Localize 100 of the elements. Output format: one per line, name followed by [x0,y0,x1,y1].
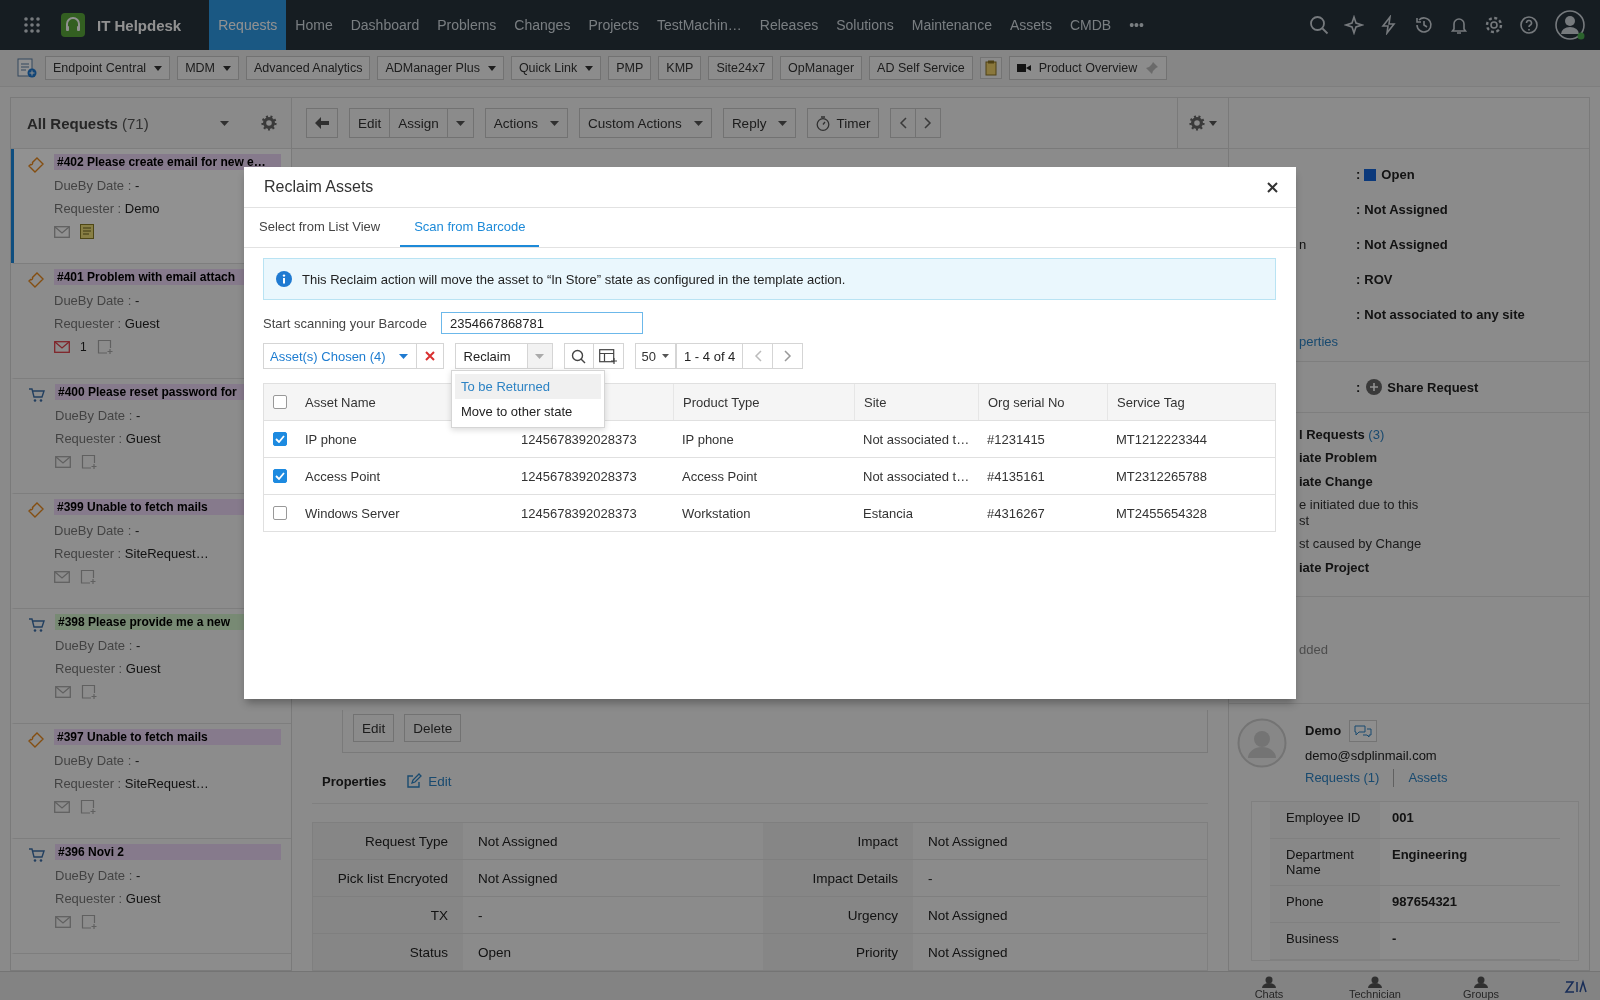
search-icon[interactable] [1309,15,1329,35]
add-note-icon[interactable] [80,569,96,585]
menu-item[interactable]: To be Returned [455,374,601,399]
column-header[interactable]: Site [864,394,887,410]
bottom-bar-item[interactable]: Chats [1216,976,1322,1000]
actions-button[interactable]: Actions [484,108,569,138]
add-note-icon[interactable] [96,339,113,355]
mail-icon[interactable] [55,456,71,468]
link-action[interactable]: iate Project [1299,559,1589,576]
quick-link-button[interactable]: PMP [608,56,652,80]
back-button[interactable] [306,108,338,138]
properties-link[interactable]: perties [1299,334,1589,349]
quick-link-button[interactable]: MDM [177,56,239,80]
row-checkbox[interactable] [273,469,287,483]
reply-button[interactable]: Reply [722,108,797,138]
bottom-bar-item[interactable]: Technician [1322,976,1428,1000]
assign-dropdown-button[interactable] [447,108,474,138]
search-button[interactable] [563,343,594,369]
pin-icon[interactable] [1145,61,1160,75]
column-header[interactable]: Product Type [683,394,760,410]
nav-tab[interactable]: Releases [750,0,828,50]
nav-tab[interactable]: Home [286,0,342,50]
clipboard-icon[interactable] [979,57,1002,79]
page-size-dropdown[interactable]: 50 [634,343,677,369]
close-icon[interactable] [1267,181,1278,193]
column-header[interactable]: Service Tag [1117,394,1185,410]
chosen-assets-dropdown[interactable]: Asset(s) Chosen (4) [263,343,417,369]
edit-button[interactable]: Edit [349,108,391,138]
assets-link[interactable]: Assets [1408,770,1448,786]
chat-icon[interactable] [1349,719,1378,742]
nav-tab[interactable]: Solutions [827,0,903,50]
quick-link-button[interactable]: Endpoint Central [45,56,171,80]
mail-icon[interactable] [54,571,70,583]
edit-properties-link[interactable]: Edit [406,773,452,789]
column-header[interactable]: Asset Name [305,394,376,410]
settings-icon[interactable] [261,115,277,131]
nav-tab[interactable]: Assets [1000,0,1061,50]
link-action[interactable]: e initiated due to this st [1299,497,1589,529]
timer-button[interactable]: Timer [807,108,880,138]
product-overview-button[interactable]: Product Overview [1008,56,1168,80]
app-grid-icon[interactable] [23,16,41,34]
quick-link-button[interactable]: Quick Link [510,56,602,80]
row-checkbox[interactable] [273,432,287,446]
add-note-icon[interactable] [81,454,97,470]
add-document-icon[interactable] [16,57,38,79]
requests-link[interactable]: Requests (1) [1305,770,1380,786]
assign-button[interactable]: Assign [390,108,448,138]
nav-tab[interactable]: Dashboard [341,0,429,50]
bottom-bar-item[interactable]: Groups [1428,976,1534,1000]
clear-button[interactable] [416,343,444,369]
mail-icon[interactable] [55,916,71,928]
add-note-icon[interactable] [81,684,97,700]
nav-tab[interactable]: ••• [1120,0,1153,50]
list-title[interactable]: All Requests (71) [27,114,220,132]
action-dropdown[interactable]: Reclaim [454,343,553,369]
quick-link-button[interactable]: Advanced Analytics [246,56,371,80]
previous-button[interactable] [890,108,917,138]
menu-item[interactable]: Move to other state [455,399,601,424]
notification-icon[interactable] [1449,15,1469,35]
column-chooser-button[interactable] [593,343,624,369]
link-action[interactable]: iate Problem [1299,450,1589,466]
quick-link-button[interactable]: ADManager Plus [377,56,504,80]
add-note-icon[interactable] [80,799,96,815]
caret-icon[interactable] [220,120,229,126]
row-checkbox[interactable] [273,506,287,520]
nav-tab[interactable]: Problems [428,0,506,50]
share-request-button[interactable]: Share Request [1366,379,1479,395]
request-title[interactable]: #396 Novi 2 [55,844,281,860]
quick-link-button[interactable]: KMP [658,56,702,80]
help-icon[interactable] [1519,15,1539,35]
request-title[interactable]: #397 Unable to fetch mails [54,729,281,745]
nav-tab[interactable]: Changes [505,0,580,50]
dialog-tab[interactable]: Select from List View [245,208,395,247]
next-page-button[interactable] [773,343,804,369]
assistant-logo-icon[interactable] [1564,979,1588,995]
nav-tab[interactable]: CMDB [1060,0,1121,50]
note-action-button[interactable]: Edit [353,714,395,742]
mail-icon[interactable] [55,686,71,698]
user-avatar-icon[interactable] [1554,9,1586,41]
quick-link-button[interactable]: AD Self Service [869,56,973,80]
sparkle-icon[interactable] [1344,15,1364,35]
custom-actions-button[interactable]: Custom Actions [579,108,712,138]
dialog-tab[interactable]: Scan from Barcode [400,208,540,247]
mail-icon[interactable] [54,341,70,353]
link-action[interactable]: iate Change [1299,473,1589,490]
add-note-icon[interactable] [81,914,97,930]
note-icon[interactable] [80,224,94,239]
select-all-checkbox[interactable] [273,395,287,409]
column-header[interactable]: Org serial No [988,394,1065,410]
quick-link-button[interactable]: Site24x7 [708,56,774,80]
nav-tab[interactable]: TestMachin… [648,0,751,50]
next-button[interactable] [916,108,942,138]
barcode-input-field[interactable]: 2354667868781 [441,312,644,334]
request-title[interactable]: #402 Please create email for new e… [54,154,281,170]
nav-tab[interactable]: Maintenance [902,0,1001,50]
note-action-button[interactable]: Delete [404,714,462,742]
mail-icon[interactable] [54,801,70,813]
history-icon[interactable] [1414,15,1434,35]
link-action[interactable]: st caused by Change [1299,536,1589,552]
mail-icon[interactable] [54,225,70,238]
